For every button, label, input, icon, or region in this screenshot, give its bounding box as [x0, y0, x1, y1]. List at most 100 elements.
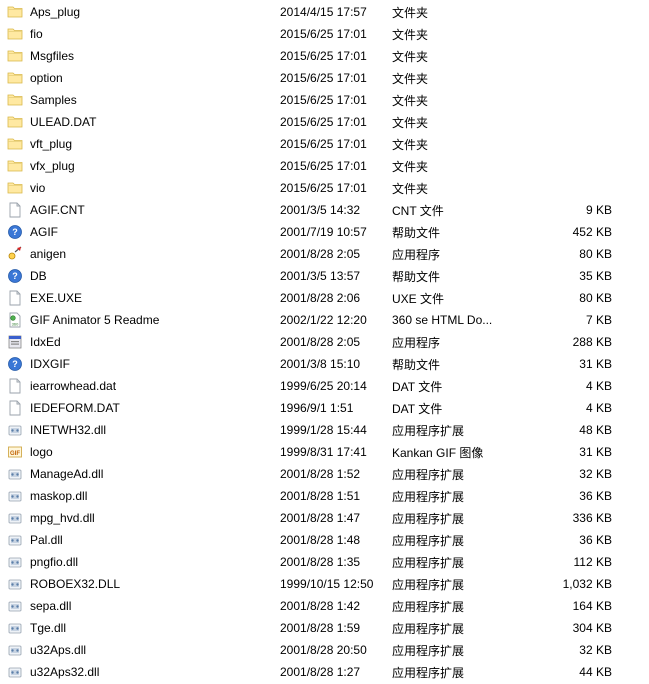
- file-name: INETWH32.dll: [30, 423, 280, 437]
- file-row[interactable]: GIF Animator 5 Readme2002/1/22 12:20360 …: [0, 309, 649, 331]
- file-row[interactable]: vft_plug2015/6/25 17:01文件夹: [0, 133, 649, 155]
- file-row[interactable]: AGIF2001/7/19 10:57帮助文件452 KB: [0, 221, 649, 243]
- file-row[interactable]: vio2015/6/25 17:01文件夹: [0, 177, 649, 199]
- file-name: Msgfiles: [30, 49, 280, 63]
- file-date: 2015/6/25 17:01: [280, 49, 392, 63]
- file-name: sepa.dll: [30, 599, 280, 613]
- file-size: 304 KB: [510, 621, 620, 635]
- file-date: 1999/10/15 12:50: [280, 577, 392, 591]
- file-name: vio: [30, 181, 280, 195]
- file-date: 2001/8/28 20:50: [280, 643, 392, 657]
- file-name: Aps_plug: [30, 5, 280, 19]
- file-row[interactable]: option2015/6/25 17:01文件夹: [0, 67, 649, 89]
- file-type: 文件夹: [392, 70, 510, 87]
- file-row[interactable]: ManageAd.dll2001/8/28 1:52应用程序扩展32 KB: [0, 463, 649, 485]
- file-row[interactable]: maskop.dll2001/8/28 1:51应用程序扩展36 KB: [0, 485, 649, 507]
- file-size: 32 KB: [510, 643, 620, 657]
- file-type: 文件夹: [392, 180, 510, 197]
- dll-icon: [6, 554, 24, 570]
- file-name: maskop.dll: [30, 489, 280, 503]
- file-size: 9 KB: [510, 203, 620, 217]
- html-icon: [6, 312, 24, 328]
- file-type: DAT 文件: [392, 378, 510, 395]
- file-name: pngfio.dll: [30, 555, 280, 569]
- file-row[interactable]: AGIF.CNT2001/3/5 14:32CNT 文件9 KB: [0, 199, 649, 221]
- file-row[interactable]: Pal.dll2001/8/28 1:48应用程序扩展36 KB: [0, 529, 649, 551]
- folder-icon: [6, 136, 24, 152]
- file-date: 2001/3/5 13:57: [280, 269, 392, 283]
- file-row[interactable]: Tge.dll2001/8/28 1:59应用程序扩展304 KB: [0, 617, 649, 639]
- file-type: 文件夹: [392, 92, 510, 109]
- dll-icon: [6, 510, 24, 526]
- folder-icon: [6, 70, 24, 86]
- file-type: Kankan GIF 图像: [392, 444, 510, 461]
- file-date: 1996/9/1 1:51: [280, 401, 392, 415]
- file-date: 2015/6/25 17:01: [280, 93, 392, 107]
- file-row[interactable]: Msgfiles2015/6/25 17:01文件夹: [0, 45, 649, 67]
- file-name: GIF Animator 5 Readme: [30, 313, 280, 327]
- file-name: Samples: [30, 93, 280, 107]
- file-row[interactable]: ULEAD.DAT2015/6/25 17:01文件夹: [0, 111, 649, 133]
- file-date: 2015/6/25 17:01: [280, 159, 392, 173]
- file-row[interactable]: vfx_plug2015/6/25 17:01文件夹: [0, 155, 649, 177]
- file-date: 2001/8/28 1:42: [280, 599, 392, 613]
- file-row[interactable]: anigen2001/8/28 2:05应用程序80 KB: [0, 243, 649, 265]
- file-date: 2015/6/25 17:01: [280, 137, 392, 151]
- file-size: 36 KB: [510, 489, 620, 503]
- file-type: 文件夹: [392, 48, 510, 65]
- file-name: anigen: [30, 247, 280, 261]
- file-type: 应用程序扩展: [392, 598, 510, 615]
- file-row[interactable]: sepa.dll2001/8/28 1:42应用程序扩展164 KB: [0, 595, 649, 617]
- file-date: 2001/7/19 10:57: [280, 225, 392, 239]
- file-row[interactable]: mpg_hvd.dll2001/8/28 1:47应用程序扩展336 KB: [0, 507, 649, 529]
- file-name: IdxEd: [30, 335, 280, 349]
- folder-icon: [6, 26, 24, 42]
- file-type: 应用程序: [392, 246, 510, 263]
- file-size: 288 KB: [510, 335, 620, 349]
- file-name: fio: [30, 27, 280, 41]
- help-icon: [6, 224, 24, 240]
- dll-icon: [6, 598, 24, 614]
- folder-icon: [6, 4, 24, 20]
- file-name: IEDEFORM.DAT: [30, 401, 280, 415]
- file-date: 2001/8/28 1:35: [280, 555, 392, 569]
- help-icon: [6, 356, 24, 372]
- folder-icon: [6, 92, 24, 108]
- file-date: 2001/8/28 1:51: [280, 489, 392, 503]
- file-row[interactable]: iearrowhead.dat1999/6/25 20:14DAT 文件4 KB: [0, 375, 649, 397]
- file-size: 112 KB: [510, 555, 620, 569]
- file-row[interactable]: INETWH32.dll1999/1/28 15:44应用程序扩展48 KB: [0, 419, 649, 441]
- file-row[interactable]: DB2001/3/5 13:57帮助文件35 KB: [0, 265, 649, 287]
- file-size: 336 KB: [510, 511, 620, 525]
- file-row[interactable]: EXE.UXE2001/8/28 2:06UXE 文件80 KB: [0, 287, 649, 309]
- file-row[interactable]: pngfio.dll2001/8/28 1:35应用程序扩展112 KB: [0, 551, 649, 573]
- file-type: 帮助文件: [392, 224, 510, 241]
- file-date: 2001/8/28 2:05: [280, 247, 392, 261]
- dll-icon: [6, 620, 24, 636]
- file-size: 80 KB: [510, 291, 620, 305]
- file-date: 2001/3/5 14:32: [280, 203, 392, 217]
- file-size: 80 KB: [510, 247, 620, 261]
- file-size: 7 KB: [510, 313, 620, 327]
- file-row[interactable]: ROBOEX32.DLL1999/10/15 12:50应用程序扩展1,032 …: [0, 573, 649, 595]
- file-date: 2001/8/28 1:27: [280, 665, 392, 679]
- file-row[interactable]: u32Aps.dll2001/8/28 20:50应用程序扩展32 KB: [0, 639, 649, 661]
- file-date: 2001/8/28 2:06: [280, 291, 392, 305]
- app-idx-icon: [6, 334, 24, 350]
- file-row[interactable]: IEDEFORM.DAT1996/9/1 1:51DAT 文件4 KB: [0, 397, 649, 419]
- file-row[interactable]: u32Aps32.dll2001/8/28 1:27应用程序扩展44 KB: [0, 661, 649, 683]
- folder-icon: [6, 114, 24, 130]
- file-row[interactable]: logo1999/8/31 17:41Kankan GIF 图像31 KB: [0, 441, 649, 463]
- file-row[interactable]: IdxEd2001/8/28 2:05应用程序288 KB: [0, 331, 649, 353]
- file-size: 44 KB: [510, 665, 620, 679]
- file-row[interactable]: Samples2015/6/25 17:01文件夹: [0, 89, 649, 111]
- file-date: 2001/8/28 1:52: [280, 467, 392, 481]
- file-row[interactable]: fio2015/6/25 17:01文件夹: [0, 23, 649, 45]
- file-row[interactable]: IDXGIF2001/3/8 15:10帮助文件31 KB: [0, 353, 649, 375]
- file-type: 应用程序扩展: [392, 466, 510, 483]
- file-row[interactable]: Aps_plug2014/4/15 17:57文件夹: [0, 1, 649, 23]
- file-type: 帮助文件: [392, 356, 510, 373]
- file-size: 48 KB: [510, 423, 620, 437]
- file-type: 帮助文件: [392, 268, 510, 285]
- dll-icon: [6, 664, 24, 680]
